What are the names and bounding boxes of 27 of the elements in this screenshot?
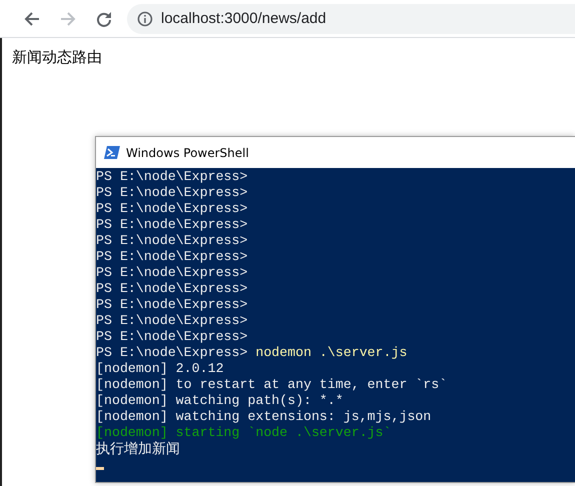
terminal-line: PS E:\node\Express> [96,217,248,233]
terminal-prompt: PS E:\node\Express> [96,345,249,361]
terminal-line: PS E:\node\Express> [96,169,248,185]
terminal-line: PS E:\node\Express> [96,329,248,345]
terminal-command: nodemon .\server.js [256,345,408,361]
terminal-line: [nodemon] starting `node .\server.js` [96,425,392,441]
terminal-line: [nodemon] watching path(s): *.* [96,393,344,409]
powershell-icon [104,146,120,159]
terminal-line: [nodemon] watching extensions: js,mjs,json [96,409,432,425]
info-icon [137,10,153,26]
left-arrow-icon [24,10,40,26]
terminal-line: [nodemon] to restart at any time, enter `rs` [96,377,448,393]
terminal-line: [nodemon] 2.0.12 [96,361,224,377]
terminal-line: PS E:\node\Express> [96,249,248,265]
terminal-line: PS E:\node\Express> [96,265,248,281]
terminal-line: PS E:\node\Express> [96,297,248,313]
window-title: Windows PowerShell [126,146,249,160]
terminal-line: PS E:\node\Express> [96,313,248,329]
terminal-line: 执行增加新闻 [96,441,180,457]
terminal-line: PS E:\node\Express> [96,185,248,201]
page-text: 新闻动态路由 [12,48,102,66]
reload-icon [96,10,112,26]
terminal-line: PS E:\node\Express> [96,233,248,249]
address-bar[interactable]: localhost:3000/news/add [127,4,575,34]
terminal-line: PS E:\node\Express> [96,201,248,217]
terminal-line: PS E:\node\Express> [96,281,248,297]
right-arrow-icon [60,10,76,26]
